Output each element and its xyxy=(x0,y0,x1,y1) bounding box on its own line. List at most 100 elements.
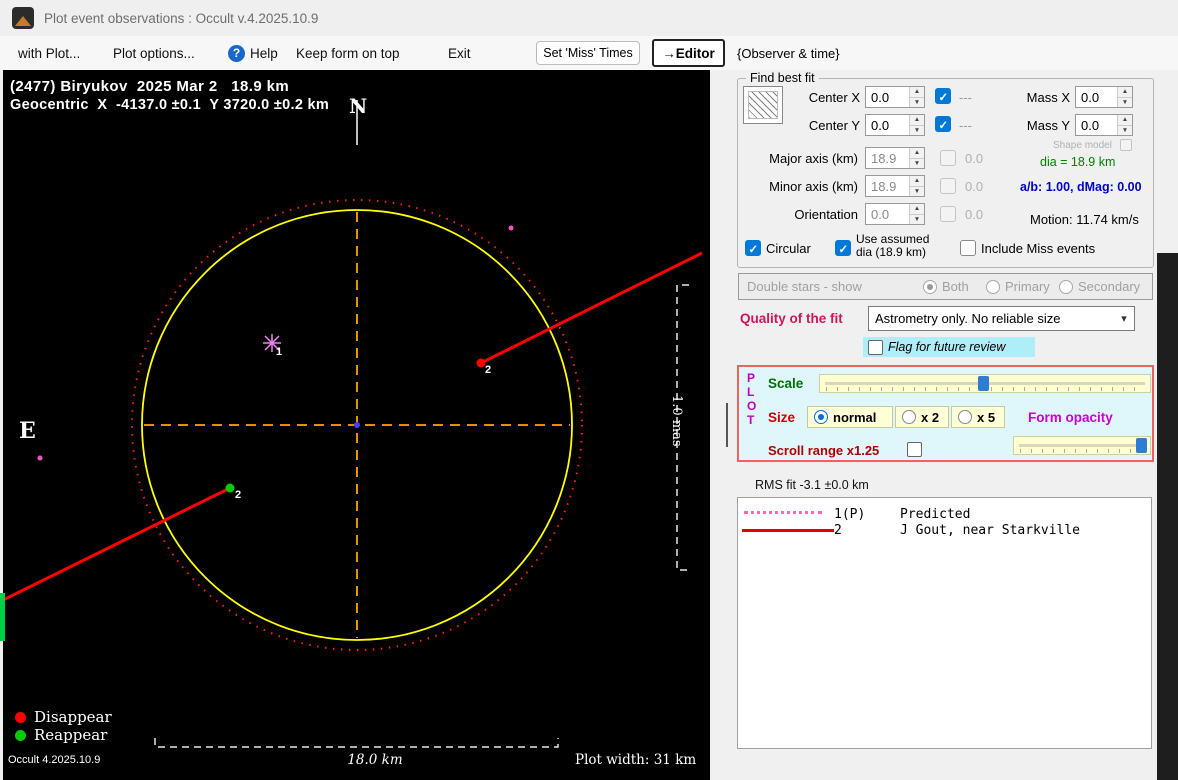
orientation-spinner[interactable]: 0.0 ▲ ▼ xyxy=(865,203,925,225)
slider-groove xyxy=(1019,444,1145,447)
quality-of-fit-select[interactable]: Astrometry only. No reliable size ▾ xyxy=(868,306,1135,331)
menu-plot-options[interactable]: Plot options... xyxy=(113,46,195,61)
center-x-spinner[interactable]: 0.0 ▲ ▼ xyxy=(865,86,925,108)
center-y-fit-checkbox[interactable] xyxy=(935,116,951,132)
up-arrow-icon[interactable]: ▲ xyxy=(909,204,924,215)
legend-disappear: Disappear xyxy=(15,708,112,726)
up-arrow-icon[interactable]: ▲ xyxy=(909,176,924,187)
menubar: with Plot... Plot options... ? Help Keep… xyxy=(0,36,1178,70)
form-opacity-label: Form opacity xyxy=(1028,410,1113,425)
down-arrow-icon[interactable]: ▼ xyxy=(909,125,924,135)
reappear-point[interactable] xyxy=(225,483,235,493)
mass-x-value: 0.0 xyxy=(1081,90,1100,105)
center-x-arrows[interactable]: ▲ ▼ xyxy=(909,87,924,107)
slider-ticks xyxy=(1020,449,1144,453)
disappear-dot-icon xyxy=(15,711,26,723)
editor-button[interactable]: →Editor xyxy=(652,39,725,67)
rms-fit-label: RMS fit -3.1 ±0.0 km xyxy=(755,478,869,492)
up-arrow-icon[interactable]: ▲ xyxy=(1117,87,1132,98)
plot-canvas[interactable] xyxy=(3,70,710,780)
orientation-fit-checkbox[interactable] xyxy=(940,206,956,222)
minor-axis-fit-checkbox[interactable] xyxy=(940,178,956,194)
plot-width-label: Plot width: 31 km xyxy=(575,752,697,768)
menu-keep-on-top[interactable]: Keep form on top xyxy=(296,46,400,61)
flag-review-label: Flag for future review xyxy=(888,340,1006,354)
help-icon[interactable]: ? xyxy=(228,45,245,62)
center-y-dash: --- xyxy=(959,118,972,133)
menu-exit[interactable]: Exit xyxy=(448,46,471,61)
major-axis-spinner[interactable]: 18.9 ▲ ▼ xyxy=(865,147,925,169)
set-miss-times-button[interactable]: Set 'Miss' Times xyxy=(536,41,640,65)
up-arrow-icon[interactable]: ▲ xyxy=(909,115,924,126)
include-miss-checkbox[interactable] xyxy=(960,240,976,256)
size-normal-radio[interactable] xyxy=(814,410,828,424)
center-y-label: Center Y xyxy=(808,118,860,133)
up-arrow-icon[interactable]: ▲ xyxy=(909,148,924,159)
down-arrow-icon[interactable]: ▼ xyxy=(1117,125,1132,135)
use-assumed-line2: dia (18.9 km) xyxy=(856,245,927,259)
shape-model-label: Shape model xyxy=(1053,140,1112,151)
mass-x-spinner[interactable]: 0.0 ▲ ▼ xyxy=(1075,86,1133,108)
orientation-arrows[interactable]: ▲ ▼ xyxy=(909,204,924,224)
right-scrollbar[interactable] xyxy=(1157,253,1178,780)
circular-checkbox[interactable] xyxy=(745,240,761,256)
minor-axis-arrows[interactable]: ▲ ▼ xyxy=(909,176,924,196)
down-arrow-icon[interactable]: ▼ xyxy=(909,186,924,196)
double-stars-primary-radio[interactable] xyxy=(986,280,1000,294)
scale-slider-thumb[interactable] xyxy=(978,376,989,391)
double-stars-bar: Double stars - show Both Primary Seconda… xyxy=(738,273,1153,300)
legend-reappear-label: Reappear xyxy=(34,726,108,744)
center-y-arrows[interactable]: ▲ ▼ xyxy=(909,115,924,135)
center-x-fit-checkbox[interactable] xyxy=(935,88,951,104)
point-2-disappear-label: 2 xyxy=(485,364,492,376)
double-stars-secondary-radio[interactable] xyxy=(1059,280,1073,294)
major-axis-fit-checkbox[interactable] xyxy=(940,150,956,166)
dropdown-arrow-icon[interactable]: ▾ xyxy=(1114,312,1134,325)
observation-id: 1(P) xyxy=(834,507,866,522)
point-1-label: 1 xyxy=(276,346,283,358)
size-normal-option[interactable]: normal xyxy=(807,406,893,428)
minor-axis-spinner[interactable]: 18.9 ▲ ▼ xyxy=(865,175,925,197)
orientation-value: 0.0 xyxy=(871,207,890,222)
form-opacity-slider-thumb[interactable] xyxy=(1136,438,1147,453)
reappear-dot-icon xyxy=(15,729,26,741)
size-x5-option[interactable]: x 5 xyxy=(951,406,1005,428)
mass-x-arrows[interactable]: ▲ ▼ xyxy=(1117,87,1132,107)
size-x2-option[interactable]: x 2 xyxy=(895,406,949,428)
window-title: Plot event observations : Occult v.4.202… xyxy=(44,10,319,26)
form-opacity-slider[interactable] xyxy=(1013,436,1151,455)
down-arrow-icon[interactable]: ▼ xyxy=(909,158,924,168)
mass-y-arrows[interactable]: ▲ ▼ xyxy=(1117,115,1132,135)
up-arrow-icon[interactable]: ▲ xyxy=(1117,115,1132,126)
mass-y-spinner[interactable]: 0.0 ▲ ▼ xyxy=(1075,114,1133,136)
plot-area[interactable]: (2477) Biryukov 2025 Mar 2 18.9 km Geoce… xyxy=(3,70,710,780)
shape-model-checkbox[interactable] xyxy=(1120,139,1132,151)
plot-vertical-letter-p: P xyxy=(747,371,756,385)
flag-review-checkbox[interactable] xyxy=(868,339,883,355)
scroll-range-checkbox[interactable] xyxy=(907,442,922,457)
double-stars-both-label: Both xyxy=(942,279,969,294)
chord-2-ingress xyxy=(480,251,703,365)
center-x-value: 0.0 xyxy=(871,90,890,105)
size-x2-radio[interactable] xyxy=(902,410,916,424)
down-arrow-icon[interactable]: ▼ xyxy=(909,214,924,224)
down-arrow-icon[interactable]: ▼ xyxy=(909,97,924,107)
size-x5-radio[interactable] xyxy=(958,410,972,424)
hatch-pattern-icon xyxy=(748,91,778,119)
menu-help[interactable]: Help xyxy=(250,46,278,61)
menu-with-plot[interactable]: with Plot... xyxy=(18,46,80,61)
up-arrow-icon[interactable]: ▲ xyxy=(909,87,924,98)
major-axis-arrows[interactable]: ▲ ▼ xyxy=(909,148,924,168)
center-y-spinner[interactable]: 0.0 ▲ ▼ xyxy=(865,114,925,136)
fit-plot-icon-button[interactable] xyxy=(743,86,783,124)
major-axis-alt-value: 0.0 xyxy=(965,151,984,166)
double-stars-both-radio[interactable] xyxy=(923,280,937,294)
use-assumed-dia-checkbox[interactable] xyxy=(835,240,851,256)
scale-slider[interactable] xyxy=(819,374,1151,393)
down-arrow-icon[interactable]: ▼ xyxy=(1117,97,1132,107)
scale-label: Scale xyxy=(768,376,804,391)
scroll-range-label: Scroll range x1.25 xyxy=(768,443,880,458)
scale-bracket-bottom xyxy=(154,738,559,748)
splitter-handle[interactable] xyxy=(726,403,728,447)
observations-list[interactable]: 1(P) Predicted 2 J Gout, near Starkville xyxy=(737,497,1152,749)
